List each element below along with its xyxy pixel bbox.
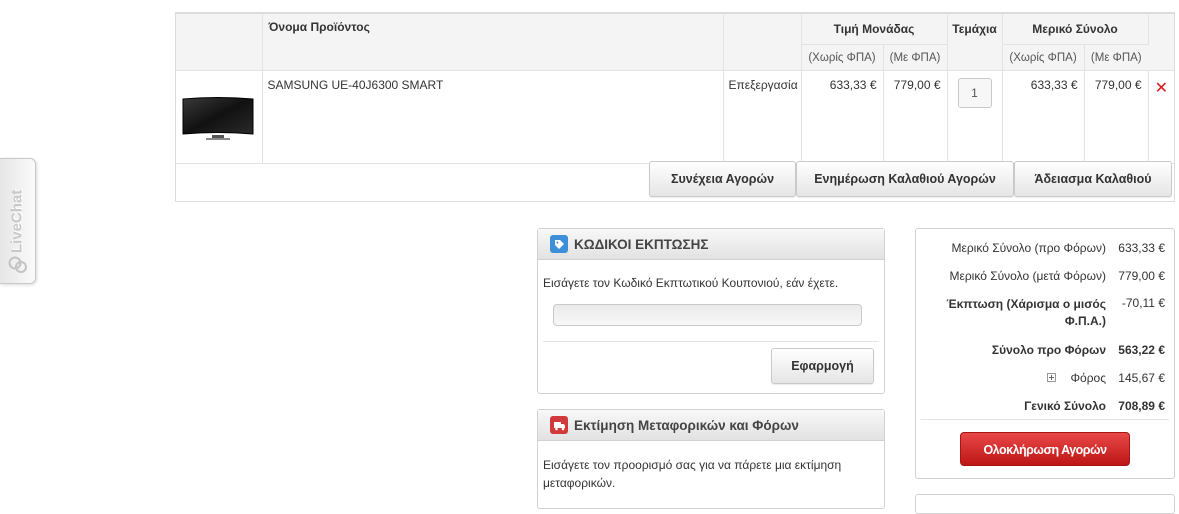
product-image-cell (176, 70, 263, 164)
quantity-input[interactable]: 1 (957, 78, 992, 108)
totals-label: Γενικό Σύνολο (1024, 399, 1106, 413)
header-subtotal: Μερικό Σύνολο (1002, 14, 1149, 45)
shipping-instructions: Εισάγετε τον προορισμό σας για να πάρετε… (543, 458, 842, 490)
totals-value: 708,89 € (1118, 399, 1165, 413)
product-name[interactable]: SAMSUNG UE-40J6300 SMART (262, 70, 724, 164)
product-status: Επεξεργασία (723, 70, 802, 164)
continue-shopping-button[interactable]: Συνέχεια Αγορών (649, 161, 796, 197)
expand-plus-icon[interactable] (1047, 373, 1057, 383)
update-cart-button[interactable]: Ενημέρωση Καλαθιού Αγορών (796, 161, 1014, 197)
unit-price-incl-vat: 779,00 € (883, 70, 948, 164)
coupon-panel-header: ΚΩΔΙΚΟΙ ΕΚΠΤΩΣΗΣ (538, 229, 884, 260)
shipping-panel-title: Εκτίμηση Μεταφορικών και Φόρων (574, 417, 799, 433)
totals-value: -70,11 € (1121, 296, 1165, 310)
header-status (723, 14, 802, 71)
totals-value: 633,33 € (1118, 241, 1165, 255)
header-unit-price: Τιμή Μονάδας (801, 14, 948, 45)
discount-tag-icon (550, 235, 568, 253)
totals-label[interactable]: Φόρος (1047, 371, 1106, 385)
header-remove (1148, 14, 1175, 71)
quantity-cell: 1 (947, 70, 1003, 164)
totals-value: 779,00 € (1118, 269, 1165, 283)
apply-coupon-button[interactable]: Εφαρμογή (771, 348, 874, 384)
totals-value: 145,67 € (1118, 371, 1165, 385)
empty-cart-button[interactable]: Άδειασμα Καλαθιού (1014, 161, 1172, 197)
totals-value: 563,22 € (1118, 343, 1165, 357)
coupon-panel: ΚΩΔΙΚΟΙ ΕΚΠΤΩΣΗΣ Εισάγετε τον Κωδικό Εκπ… (537, 228, 885, 394)
totals-label: Σύνολο προ Φόρων (991, 343, 1106, 357)
livechat-label: LiveChat (8, 189, 26, 253)
shipping-panel-header: Εκτίμηση Μεταφορικών και Φόρων (538, 410, 884, 441)
header-sub-excl-vat: (Χωρίς ΦΠΑ) (1002, 44, 1085, 71)
livechat-tab[interactable]: LiveChat (0, 158, 36, 284)
cart-table: Όνομα Προϊόντος Τιμή Μονάδας Τεμάχια Μερ… (176, 14, 1175, 164)
header-unit-incl-vat: (Με ΦΠΑ) (883, 44, 948, 71)
header-sub-incl-vat: (Με ΦΠΑ) (1084, 44, 1149, 71)
header-quantity: Τεμάχια (947, 14, 1003, 71)
subtotal-excl-vat: 633,33 € (1002, 70, 1085, 164)
coupon-panel-title: ΚΩΔΙΚΟΙ ΕΚΠΤΩΣΗΣ (574, 236, 709, 252)
chat-bubbles-icon (8, 256, 27, 273)
shipping-estimate-panel: Εκτίμηση Μεταφορικών και Φόρων Εισάγετε … (537, 409, 885, 509)
subtotal-incl-vat: 779,00 € (1084, 70, 1149, 164)
close-icon[interactable]: ✕ (1149, 78, 1175, 98)
totals-label: Μερικό Σύνολο (μετά Φόρων) (949, 269, 1107, 283)
table-row: SAMSUNG UE-40J6300 SMART Επεξεργασία 633… (176, 70, 1175, 164)
tv-product-image[interactable] (182, 96, 254, 144)
next-panel (915, 494, 1175, 514)
totals-label: Μερικό Σύνολο (προ Φόρων) (951, 241, 1107, 255)
header-unit-excl-vat: (Χωρίς ΦΠΑ) (801, 44, 884, 71)
divider (543, 341, 879, 342)
truck-icon (550, 416, 568, 434)
totals-panel: Μερικό Σύνολο (προ Φόρων) 633,33 € Μερικ… (915, 228, 1175, 479)
header-image (176, 14, 263, 71)
remove-cell: ✕ (1148, 70, 1175, 164)
divider (921, 419, 1169, 420)
tax-label: Φόρος (1070, 371, 1106, 385)
unit-price-excl-vat: 633,33 € (801, 70, 884, 164)
totals-label: Έκπτωση (Χάρισμα ο μισός Φ.Π.Α.) (946, 296, 1106, 330)
coupon-code-input[interactable] (553, 304, 862, 326)
coupon-instructions: Εισάγετε τον Κωδικό Εκπτωτικού Κουπονιού… (543, 276, 839, 290)
checkout-button[interactable]: Ολοκλήρωση Αγορών (960, 432, 1130, 466)
discount-label-line2: Φ.Π.Α.) (1064, 314, 1106, 328)
cart-table-container: Όνομα Προϊόντος Τιμή Μονάδας Τεμάχια Μερ… (175, 12, 1175, 202)
header-product-name: Όνομα Προϊόντος (262, 14, 724, 71)
discount-label-line1: Έκπτωση (Χάρισμα ο μισός (946, 297, 1106, 311)
